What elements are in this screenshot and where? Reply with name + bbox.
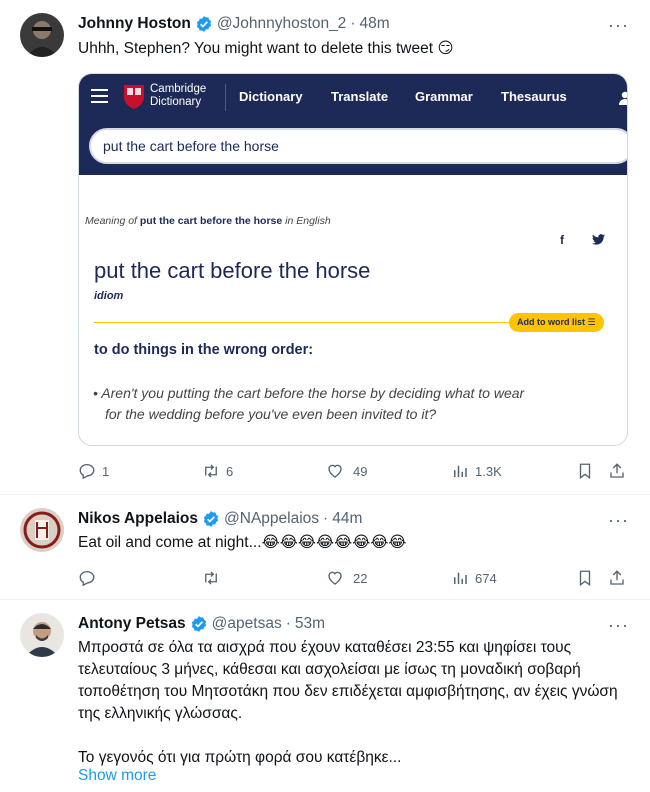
twitter-icon bbox=[592, 234, 605, 245]
nav-grammar: Grammar bbox=[415, 89, 473, 104]
share-button[interactable] bbox=[608, 568, 626, 588]
show-more-link[interactable]: Show more bbox=[78, 767, 156, 785]
avatar[interactable] bbox=[20, 13, 64, 57]
part-of-speech: idiom bbox=[94, 290, 124, 302]
reply-icon bbox=[79, 463, 95, 480]
verified-badge-icon bbox=[196, 16, 211, 32]
tweet-actions: 1 6 49 1.3K bbox=[78, 461, 628, 481]
verified-badge-icon bbox=[191, 616, 206, 632]
nav-translate: Translate bbox=[331, 89, 389, 104]
bookmark-icon bbox=[579, 570, 591, 587]
tweet-actions: 22 674 bbox=[78, 568, 628, 588]
menu-icon bbox=[91, 89, 108, 103]
retweet-button[interactable] bbox=[202, 568, 226, 588]
share-button[interactable] bbox=[608, 461, 626, 481]
author-handle[interactable]: @NAppelaios bbox=[224, 510, 319, 528]
author-name[interactable]: Johnny Hoston bbox=[78, 15, 191, 33]
timestamp[interactable]: 44m bbox=[332, 510, 362, 528]
nav-dictionary: Dictionary bbox=[239, 89, 303, 104]
tweet-text: Eat oil and come at night...😂😂😂😂😂😂😂😂 bbox=[78, 534, 407, 551]
tweet-header: Johnny Hoston @Johnnyhoston_2 · 48m bbox=[78, 15, 390, 33]
author-name[interactable]: Antony Petsas bbox=[78, 615, 186, 633]
example-sentence: • Aren't you putting the cart before the… bbox=[93, 385, 525, 422]
tweet-antony-petsas[interactable]: Antony Petsas @apetsas · 53m ··· Μπροστά… bbox=[0, 601, 650, 792]
bookmark-button[interactable] bbox=[576, 461, 594, 481]
definition: to do things in the wrong order: bbox=[94, 342, 314, 358]
facebook-icon: f bbox=[560, 233, 564, 247]
retweet-icon bbox=[205, 571, 217, 585]
headword: put the cart before the horse bbox=[94, 258, 371, 283]
like-button[interactable]: 22 bbox=[326, 568, 367, 588]
tweet-header: Antony Petsas @apetsas · 53m bbox=[78, 615, 326, 633]
share-icon bbox=[610, 570, 624, 585]
cambridge-shield-icon bbox=[124, 85, 144, 109]
views-icon bbox=[454, 465, 467, 477]
avatar[interactable] bbox=[20, 508, 64, 552]
bookmark-icon bbox=[579, 463, 591, 480]
user-icon bbox=[619, 91, 627, 105]
tweet-nikos-appelaios[interactable]: Nikos Appelaios @NAppelaios · 44m ··· Ea… bbox=[0, 496, 650, 600]
retweet-button[interactable]: 6 bbox=[202, 461, 233, 481]
reply-button[interactable] bbox=[78, 568, 102, 588]
dictionary-search-input: put the cart before the horse bbox=[89, 128, 627, 164]
author-name[interactable]: Nikos Appelaios bbox=[78, 510, 198, 528]
views-button[interactable]: 674 bbox=[451, 568, 497, 588]
heart-icon bbox=[328, 464, 342, 478]
tweet-text: Uhhh, Stephen? You might want to delete … bbox=[78, 40, 454, 57]
dictionary-logo: Cambridge Dictionary bbox=[150, 83, 207, 108]
tweet-johnny-hoston[interactable]: Johnny Hoston @Johnnyhoston_2 · 48m ··· … bbox=[0, 0, 650, 495]
meaning-line: Meaning of put the cart before the horse… bbox=[85, 215, 331, 227]
avatar[interactable] bbox=[20, 613, 64, 657]
author-handle[interactable]: @Johnnyhoston_2 bbox=[217, 15, 347, 33]
embedded-dictionary-image[interactable]: Cambridge Dictionary Dictionary Translat… bbox=[78, 73, 628, 446]
reply-button[interactable]: 1 bbox=[78, 461, 109, 481]
retweet-icon bbox=[205, 464, 217, 478]
tweet-header: Nikos Appelaios @NAppelaios · 44m bbox=[78, 510, 363, 528]
verified-badge-icon bbox=[203, 511, 219, 527]
author-handle[interactable]: @apetsas bbox=[212, 615, 282, 633]
reply-icon bbox=[79, 570, 95, 587]
tweet-text-paragraph-1: Μπροστά σε όλα τα αισχρά που έχουν καταθ… bbox=[78, 639, 618, 722]
views-icon bbox=[454, 572, 467, 584]
views-button[interactable]: 1.3K bbox=[451, 461, 502, 481]
share-icon bbox=[610, 463, 624, 478]
timestamp[interactable]: 48m bbox=[359, 15, 389, 33]
like-button[interactable]: 49 bbox=[326, 461, 367, 481]
timestamp[interactable]: 53m bbox=[295, 615, 325, 633]
nav-thesaurus: Thesaurus bbox=[501, 89, 567, 104]
add-to-word-list-button: Add to word list ☰ bbox=[509, 313, 604, 332]
more-options-icon[interactable]: ··· bbox=[608, 16, 628, 40]
tweet-text-paragraph-2: Το γεγονός ότι για πρώτη φορά σου κατέβη… bbox=[78, 749, 402, 766]
bookmark-button[interactable] bbox=[576, 568, 594, 588]
heart-icon bbox=[328, 571, 342, 585]
